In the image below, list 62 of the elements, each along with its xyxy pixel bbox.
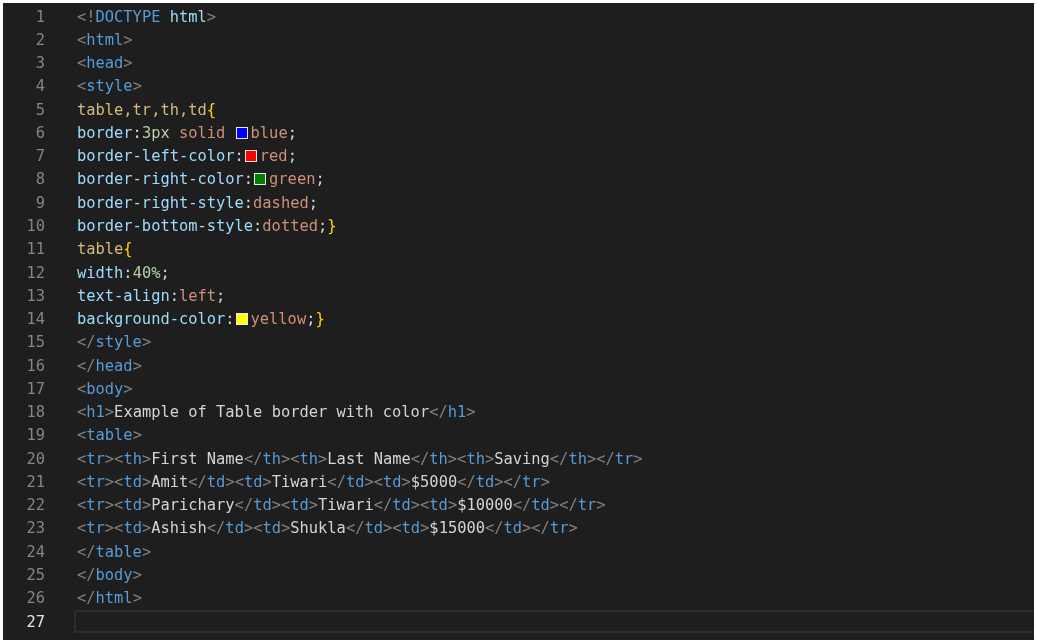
- code-editor[interactable]: [3, 3, 1034, 640]
- code-text: background-color:: [77, 310, 235, 329]
- code-text: <style>: [77, 77, 142, 96]
- code-text: <table>: [77, 426, 142, 445]
- line-number: 25: [25, 566, 45, 584]
- line-number: 4: [34, 77, 45, 96]
- code-text: </head>: [77, 356, 142, 375]
- code-text: border-right-color:: [77, 170, 254, 189]
- code-text: yellow;}: [250, 310, 325, 329]
- code-text: text-align:left;: [77, 286, 226, 305]
- line-number: 9: [34, 193, 45, 212]
- code-text: border-bottom-style:dotted;}: [77, 217, 337, 235]
- code-text: red;: [259, 147, 297, 166]
- line-number: 14: [25, 310, 45, 329]
- line-number: 2: [34, 30, 45, 49]
- line-number: 17: [25, 379, 45, 398]
- line-number: 18: [25, 403, 45, 422]
- color-swatch[interactable]: [244, 150, 257, 163]
- line-number: 12: [25, 263, 45, 282]
- code-text: </body>: [77, 566, 142, 584]
- line-number: 6: [34, 123, 45, 142]
- code-text: table{: [77, 240, 133, 259]
- code-text: <tr><td>Ashish</td><td>Shukla</td><td>$15000</td></tr>: [77, 519, 578, 538]
- line-number: 1: [34, 7, 45, 26]
- code-text: <tr><th>First Name</th><th>Last Name</th><th>Saving</th></tr>: [77, 449, 643, 468]
- code-text: border:3px solid: [77, 123, 227, 142]
- color-swatch[interactable]: [235, 126, 248, 139]
- code-text: <tr><td>Amit</td><td>Tiwari</td><td>$5000</td></tr>: [77, 472, 550, 491]
- code-text: <html>: [77, 30, 133, 49]
- color-swatch[interactable]: [254, 173, 267, 186]
- code-text: width:40%;: [77, 263, 170, 282]
- line-number: 5: [34, 100, 45, 119]
- line-number: 19: [25, 426, 45, 445]
- line-number: 21: [25, 472, 45, 491]
- line-number: 22: [25, 496, 45, 515]
- line-number: 16: [25, 356, 45, 375]
- code-text: blue;: [250, 123, 297, 142]
- line-number: 7: [34, 147, 45, 166]
- color-swatch[interactable]: [235, 313, 248, 326]
- line-number: 13: [25, 286, 45, 305]
- code-text: <h1>Example of Table border with color</h1>: [77, 403, 476, 422]
- code-text: </table>: [77, 542, 152, 561]
- line-number: 10: [25, 217, 45, 235]
- line-number: 15: [25, 333, 45, 352]
- code-text: border-right-style:dashed;: [77, 193, 318, 212]
- code-text: border-left-color:: [77, 147, 244, 166]
- code-text: green;: [269, 170, 325, 189]
- line-number: 27: [25, 612, 45, 631]
- code-text: <head>: [77, 54, 133, 73]
- code-text: </style>: [77, 333, 152, 352]
- code-text: <!DOCTYPE html>: [77, 7, 217, 26]
- line-number: 23: [25, 519, 45, 538]
- line-number: 26: [25, 589, 45, 608]
- code-text: table,tr,th,td{: [77, 100, 216, 119]
- code-text: <tr><td>Parichary</td><td>Tiwari</td><td>$10000</td></tr>: [77, 496, 606, 515]
- line-number: 8: [34, 170, 45, 189]
- line-number: 11: [25, 240, 45, 259]
- line-number: 24: [25, 542, 45, 561]
- code-text: <body>: [77, 379, 133, 398]
- line-number: 20: [25, 449, 45, 468]
- line-number: 3: [34, 54, 45, 73]
- code-text: </html>: [77, 589, 142, 608]
